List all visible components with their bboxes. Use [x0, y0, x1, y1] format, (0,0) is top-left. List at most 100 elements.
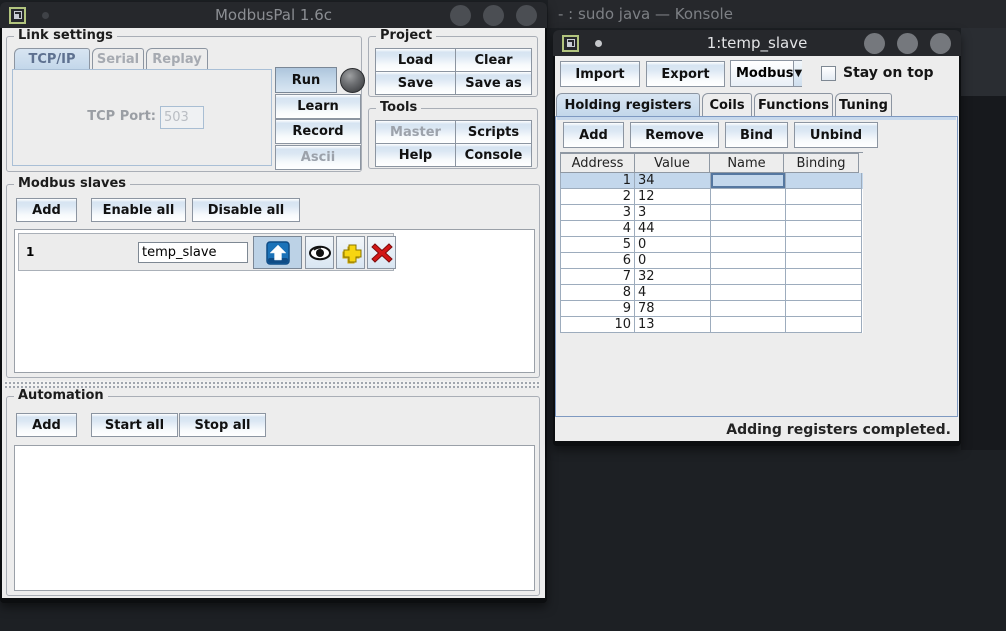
table-cell-name[interactable]: [711, 269, 786, 285]
tab-tcpip[interactable]: TCP/IP: [14, 48, 90, 69]
table-row: 1013: [560, 317, 863, 333]
table-cell-binding[interactable]: [786, 173, 862, 189]
record-button[interactable]: Record: [275, 119, 361, 144]
table-cell-name[interactable]: [711, 173, 786, 189]
splitter-handle[interactable]: [4, 381, 540, 388]
table-cell-name[interactable]: [711, 301, 786, 317]
table-cell-address[interactable]: 4: [560, 221, 635, 237]
table-cell-address[interactable]: 5: [560, 237, 635, 253]
tools-group: Tools Master Scripts Help Console: [368, 108, 538, 169]
window-button-icon[interactable]: [864, 33, 885, 54]
table-cell-name[interactable]: [711, 285, 786, 301]
modbuspal-titlebar[interactable]: ModbusPal 1.6c: [0, 2, 547, 28]
table-column-header[interactable]: Name: [709, 153, 784, 173]
tcp-port-field[interactable]: [160, 106, 204, 129]
table-cell-address[interactable]: 9: [560, 301, 635, 317]
table-cell-value[interactable]: 3: [635, 205, 711, 221]
table-cell-value[interactable]: 13: [635, 317, 711, 333]
register-remove-button[interactable]: Remove: [630, 122, 719, 148]
table-cell-value[interactable]: 0: [635, 237, 711, 253]
table-cell-value[interactable]: 44: [635, 221, 711, 237]
register-bind-button[interactable]: Bind: [725, 122, 788, 148]
slaves-add-button[interactable]: Add: [16, 198, 77, 222]
tab-replay[interactable]: Replay: [146, 48, 208, 69]
table-cell-name[interactable]: [711, 189, 786, 205]
slave-view-button[interactable]: [305, 236, 334, 269]
slave-row[interactable]: 1: [18, 233, 394, 271]
run-led-icon: [340, 68, 365, 93]
table-cell-value[interactable]: 12: [635, 189, 711, 205]
table-cell-name[interactable]: [711, 237, 786, 253]
register-unbind-button[interactable]: Unbind: [794, 122, 878, 148]
stay-on-top-label[interactable]: Stay on top: [843, 65, 934, 81]
enable-all-button[interactable]: Enable all: [91, 198, 186, 222]
table-cell-value[interactable]: 32: [635, 269, 711, 285]
table-cell-value[interactable]: 4: [635, 285, 711, 301]
table-cell-binding[interactable]: [786, 269, 862, 285]
window-button-icon[interactable]: [897, 33, 918, 54]
table-cell-binding[interactable]: [786, 237, 862, 253]
table-cell-value[interactable]: 34: [635, 173, 711, 189]
table-cell-address[interactable]: 2: [560, 189, 635, 205]
import-button[interactable]: Import: [560, 61, 640, 87]
master-button[interactable]: Master: [375, 120, 456, 144]
table-cell-name[interactable]: [711, 317, 786, 333]
scripts-button[interactable]: Scripts: [455, 120, 532, 144]
table-cell-name[interactable]: [711, 253, 786, 269]
stay-on-top-checkbox[interactable]: [821, 66, 836, 81]
export-button[interactable]: Export: [646, 61, 725, 87]
window-button-icon[interactable]: [930, 33, 951, 54]
window-button-icon[interactable]: [450, 5, 471, 26]
window-button-icon[interactable]: [483, 5, 504, 26]
table-cell-binding[interactable]: [786, 285, 862, 301]
slave-delete-button[interactable]: [367, 236, 396, 269]
help-button[interactable]: Help: [375, 143, 456, 167]
table-column-header[interactable]: Binding: [783, 153, 859, 173]
table-cell-value[interactable]: 0: [635, 253, 711, 269]
table-cell-address[interactable]: 10: [560, 317, 635, 333]
console-button[interactable]: Console: [455, 143, 532, 167]
tab-coils[interactable]: Coils: [702, 93, 752, 116]
slave-enable-toggle[interactable]: [253, 236, 302, 269]
table-column-header[interactable]: Address: [560, 153, 635, 173]
project-group: Project Load Clear Save Save as: [368, 36, 538, 97]
table-cell-binding[interactable]: [786, 317, 862, 333]
table-cell-name[interactable]: [711, 205, 786, 221]
load-button[interactable]: Load: [375, 48, 456, 72]
slave-name-field[interactable]: [138, 242, 248, 263]
table-cell-address[interactable]: 8: [560, 285, 635, 301]
run-button[interactable]: Run: [275, 67, 337, 93]
tab-functions[interactable]: Functions: [754, 93, 833, 116]
automation-add-button[interactable]: Add: [16, 413, 77, 437]
save-as-button[interactable]: Save as: [455, 71, 532, 95]
modbus-combobox[interactable]: Modbus ▼: [730, 60, 802, 87]
table-cell-binding[interactable]: [786, 205, 862, 221]
tab-serial[interactable]: Serial: [92, 48, 144, 69]
learn-button[interactable]: Learn: [275, 94, 361, 119]
slave-editor-titlebar[interactable]: 1:temp_slave: [553, 30, 961, 56]
tab-holding-registers[interactable]: Holding registers: [556, 93, 700, 116]
table-column-header[interactable]: Value: [634, 153, 710, 173]
table-cell-address[interactable]: 6: [560, 253, 635, 269]
disable-all-button[interactable]: Disable all: [192, 198, 300, 222]
stop-all-button[interactable]: Stop all: [179, 413, 266, 437]
table-cell-address[interactable]: 3: [560, 205, 635, 221]
start-all-button[interactable]: Start all: [91, 413, 178, 437]
table-cell-binding[interactable]: [786, 221, 862, 237]
background-window-area: [961, 28, 1006, 96]
table-cell-binding[interactable]: [786, 253, 862, 269]
ascii-button[interactable]: Ascii: [275, 145, 361, 170]
tab-tuning[interactable]: Tuning: [835, 93, 892, 116]
clear-button[interactable]: Clear: [455, 48, 532, 72]
table-row: 978: [560, 301, 863, 317]
table-cell-name[interactable]: [711, 221, 786, 237]
register-add-button[interactable]: Add: [563, 122, 624, 148]
slave-add-binding-button[interactable]: [336, 236, 365, 269]
table-cell-address[interactable]: 7: [560, 269, 635, 285]
table-cell-binding[interactable]: [786, 189, 862, 205]
table-cell-value[interactable]: 78: [635, 301, 711, 317]
save-button[interactable]: Save: [375, 71, 456, 95]
table-cell-address[interactable]: 1: [560, 173, 635, 189]
table-cell-binding[interactable]: [786, 301, 862, 317]
window-button-icon[interactable]: [516, 5, 537, 26]
